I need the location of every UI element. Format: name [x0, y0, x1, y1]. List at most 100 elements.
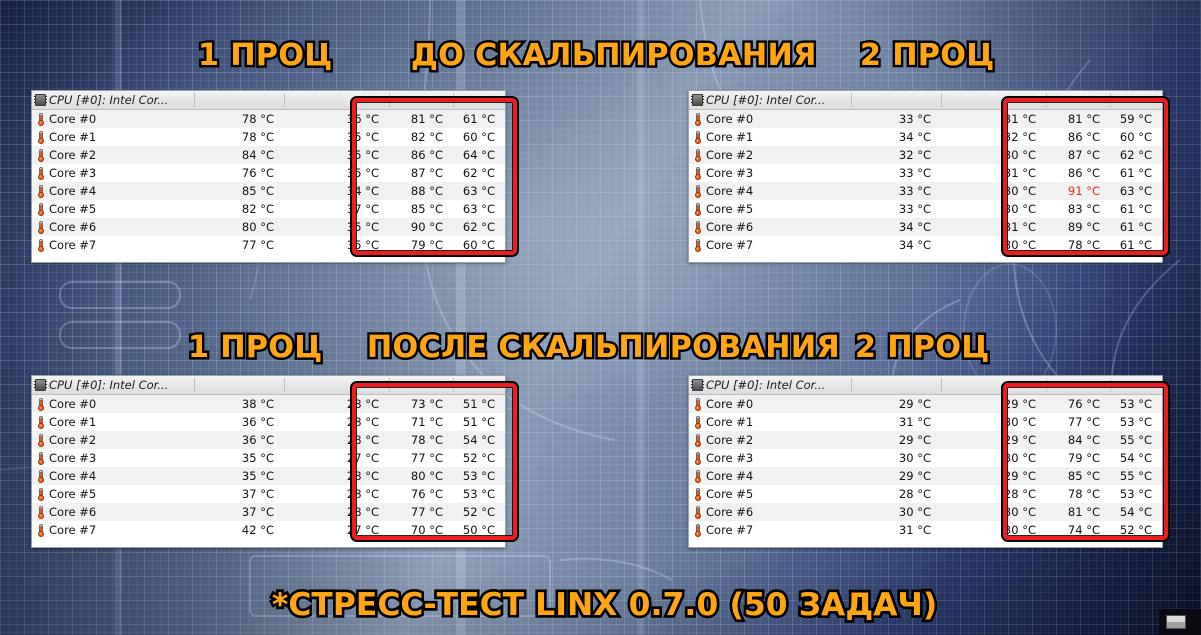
sensor-minimum-cell: 35 °C	[346, 130, 379, 144]
sensor-maximum-cell: 90 °C	[410, 220, 443, 234]
table-row[interactable]: Core #5 82 °C 37 °C 85 °C 63 °C	[32, 200, 505, 218]
table-row[interactable]: Core #0 38 °C 28 °C 73 °C 51 °C	[32, 395, 505, 413]
sensor-average-cell: 61 °C	[462, 112, 495, 126]
sensor-maximum-cell: 77 °C	[410, 451, 443, 465]
sensor-maximum-cell: 73 °C	[410, 397, 443, 411]
table-row[interactable]: Core #2 36 °C 28 °C 78 °C 54 °C	[32, 431, 505, 449]
table-row[interactable]: Core #3 30 °C 30 °C 79 °C 54 °C	[689, 449, 1162, 467]
sensor-average-cell: 53 °C	[462, 487, 495, 501]
thermometer-icon	[693, 433, 702, 447]
sensor-average-cell: 51 °C	[462, 397, 495, 411]
sensor-name-label: Core #2	[706, 433, 754, 447]
sensor-current-cell: 84 °C	[241, 148, 274, 162]
sensor-maximum-cell: 82 °C	[410, 130, 443, 144]
sensor-minimum-cell: 35 °C	[346, 148, 379, 162]
sensor-name-cell: Core #4	[32, 469, 194, 483]
sensor-minimum-cell: 30 °C	[1003, 505, 1036, 519]
taskbar-corner-widget[interactable]	[1159, 609, 1201, 635]
sensor-average-cell: 53 °C	[1119, 487, 1152, 501]
sensor-maximum-cell: 86 °C	[1067, 130, 1100, 144]
sensor-average-cell: 51 °C	[462, 415, 495, 429]
sensor-name-cell: Core #2	[32, 433, 194, 447]
sensor-current-cell: 33 °C	[898, 112, 931, 126]
table-row[interactable]: Core #6 37 °C 28 °C 77 °C 52 °C	[32, 503, 505, 521]
table-row[interactable]: Core #7 42 °C 27 °C 70 °C 50 °C	[32, 521, 505, 539]
thermometer-icon	[693, 523, 702, 537]
sensor-table-top-left[interactable]: CPU [#0]: Intel Cor... Core #0 78 °C 36 °C 8…	[31, 90, 506, 263]
sensor-table-bottom-right[interactable]: CPU [#0]: Intel Cor... Core #0 29 °C 29 °C 7…	[688, 375, 1163, 548]
table-row[interactable]: Core #4 33 °C 30 °C 91 °C 63 °C	[689, 182, 1162, 200]
sensor-minimum-cell: 30 °C	[1003, 148, 1036, 162]
table-row[interactable]: Core #6 34 °C 31 °C 89 °C 61 °C	[689, 218, 1162, 236]
thermometer-icon	[693, 238, 702, 252]
thermometer-icon	[36, 238, 45, 252]
table-row[interactable]: Core #7 34 °C 30 °C 78 °C 61 °C	[689, 236, 1162, 254]
table-row[interactable]: Core #7 31 °C 30 °C 74 °C 52 °C	[689, 521, 1162, 539]
sensor-minimum-cell: 30 °C	[1003, 202, 1036, 216]
sensor-current-cell: 29 °C	[898, 397, 931, 411]
sensor-current-cell: 85 °C	[241, 184, 274, 198]
table-row[interactable]: Core #5 37 °C 28 °C 76 °C 53 °C	[32, 485, 505, 503]
table-row[interactable]: Core #3 33 °C 31 °C 86 °C 61 °C	[689, 164, 1162, 182]
sensor-name-label: Core #3	[49, 451, 97, 465]
table-row[interactable]: Core #4 35 °C 28 °C 80 °C 53 °C	[32, 467, 505, 485]
sensor-current-cell: 34 °C	[898, 130, 931, 144]
table-row[interactable]: Core #7 77 °C 35 °C 79 °C 60 °C	[32, 236, 505, 254]
sensor-average-cell: 53 °C	[1119, 415, 1152, 429]
column-separators	[689, 376, 1162, 394]
sensor-name-cell: Core #6	[689, 220, 851, 234]
table-row[interactable]: Core #1 31 °C 30 °C 77 °C 53 °C	[689, 413, 1162, 431]
sensor-maximum-cell: 83 °C	[1067, 202, 1100, 216]
sensor-name-cell: Core #0	[32, 397, 194, 411]
thermometer-icon	[693, 415, 702, 429]
table-row[interactable]: Core #2 32 °C 30 °C 87 °C 62 °C	[689, 146, 1162, 164]
table-row[interactable]: Core #6 30 °C 30 °C 81 °C 54 °C	[689, 503, 1162, 521]
sensor-minimum-cell: 28 °C	[346, 505, 379, 519]
sensor-average-cell: 54 °C	[462, 433, 495, 447]
table-row[interactable]: Core #5 28 °C 28 °C 78 °C 53 °C	[689, 485, 1162, 503]
sensor-name-label: Core #6	[706, 505, 754, 519]
table-row[interactable]: Core #0 78 °C 36 °C 81 °C 61 °C	[32, 110, 505, 128]
sensor-average-cell: 55 °C	[1119, 469, 1152, 483]
sensor-current-cell: 77 °C	[241, 238, 274, 252]
table-row[interactable]: Core #3 35 °C 27 °C 77 °C 52 °C	[32, 449, 505, 467]
sensor-current-cell: 29 °C	[898, 469, 931, 483]
thermometer-icon	[36, 451, 45, 465]
table-row[interactable]: Core #0 33 °C 31 °C 81 °C 59 °C	[689, 110, 1162, 128]
table-row[interactable]: Core #6 80 °C 35 °C 90 °C 62 °C	[32, 218, 505, 236]
sensor-name-cell: Core #2	[689, 148, 851, 162]
sensor-table-bottom-left[interactable]: CPU [#0]: Intel Cor... Core #0 38 °C 28 °C 7…	[31, 375, 506, 548]
sensor-name-cell: Core #2	[689, 433, 851, 447]
table-row[interactable]: Core #5 33 °C 30 °C 83 °C 61 °C	[689, 200, 1162, 218]
sensor-table-top-right[interactable]: CPU [#0]: Intel Cor... Core #0 33 °C 31 °C 8…	[688, 90, 1163, 263]
sensor-current-cell: 33 °C	[898, 166, 931, 180]
sensor-average-cell: 55 °C	[1119, 433, 1152, 447]
thermometer-icon	[693, 202, 702, 216]
sensor-current-cell: 28 °C	[898, 487, 931, 501]
table-header-row: CPU [#0]: Intel Cor...	[32, 91, 505, 110]
sensor-maximum-cell: 89 °C	[1067, 220, 1100, 234]
sensor-maximum-cell: 85 °C	[1067, 469, 1100, 483]
sensor-minimum-cell: 31 °C	[1003, 166, 1036, 180]
thermometer-icon	[36, 523, 45, 537]
table-row[interactable]: Core #1 34 °C 32 °C 86 °C 60 °C	[689, 128, 1162, 146]
table-row[interactable]: Core #4 29 °C 29 °C 85 °C 55 °C	[689, 467, 1162, 485]
table-row[interactable]: Core #1 78 °C 35 °C 82 °C 60 °C	[32, 128, 505, 146]
thermometer-icon	[36, 415, 45, 429]
thermometer-icon	[36, 397, 45, 411]
sensor-maximum-cell: 77 °C	[410, 505, 443, 519]
sensor-average-cell: 62 °C	[462, 220, 495, 234]
table-row[interactable]: Core #2 29 °C 29 °C 84 °C 55 °C	[689, 431, 1162, 449]
sensor-name-cell: Core #5	[32, 202, 194, 216]
table-row[interactable]: Core #2 84 °C 35 °C 86 °C 64 °C	[32, 146, 505, 164]
table-row[interactable]: Core #1 36 °C 28 °C 71 °C 51 °C	[32, 413, 505, 431]
sensor-name-label: Core #6	[49, 220, 97, 234]
sensor-minimum-cell: 29 °C	[1003, 433, 1036, 447]
table-row[interactable]: Core #0 29 °C 29 °C 76 °C 53 °C	[689, 395, 1162, 413]
table-row[interactable]: Core #4 85 °C 34 °C 88 °C 63 °C	[32, 182, 505, 200]
table-row[interactable]: Core #3 76 °C 35 °C 87 °C 62 °C	[32, 164, 505, 182]
thermometer-icon	[693, 148, 702, 162]
sensor-average-cell: 61 °C	[1119, 166, 1152, 180]
sensor-name-cell: Core #1	[689, 130, 851, 144]
sensor-current-cell: 32 °C	[898, 148, 931, 162]
